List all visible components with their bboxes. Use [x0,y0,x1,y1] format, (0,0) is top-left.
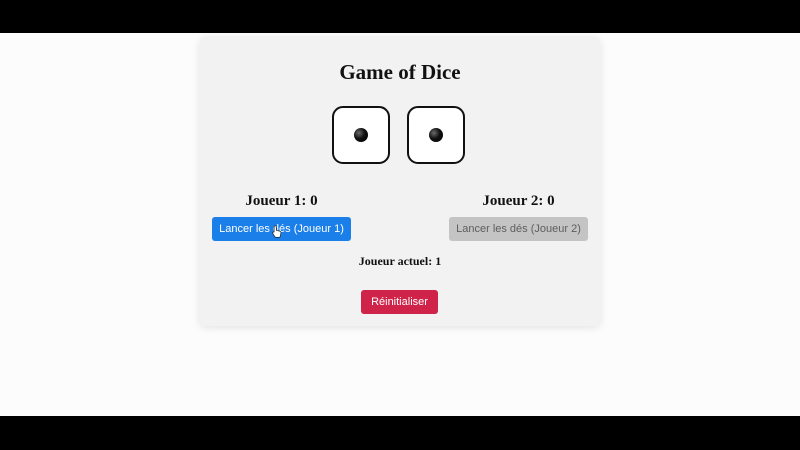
hand-pointer-cursor-icon [272,225,282,238]
die-pip-icon [354,128,368,142]
player-2-score: Joueur 2: 0 [482,193,555,209]
reset-button[interactable]: Réinitialiser [361,290,438,314]
letterbox-top [0,0,800,33]
letterbox-bottom [0,416,800,450]
roll-dice-player-2-button[interactable]: Lancer les dés (Joueur 2) [449,217,588,241]
die-pip-icon [429,128,443,142]
die-2 [407,106,465,164]
player-1-score: Joueur 1: 0 [245,193,318,209]
game-title: Game of Dice [339,60,461,84]
current-player-label: Joueur actuel: 1 [358,254,442,268]
game-card: Game of Dice Joueur 1: 0 Joueur 2: 0 Lan… [199,36,601,326]
die-1 [332,106,390,164]
